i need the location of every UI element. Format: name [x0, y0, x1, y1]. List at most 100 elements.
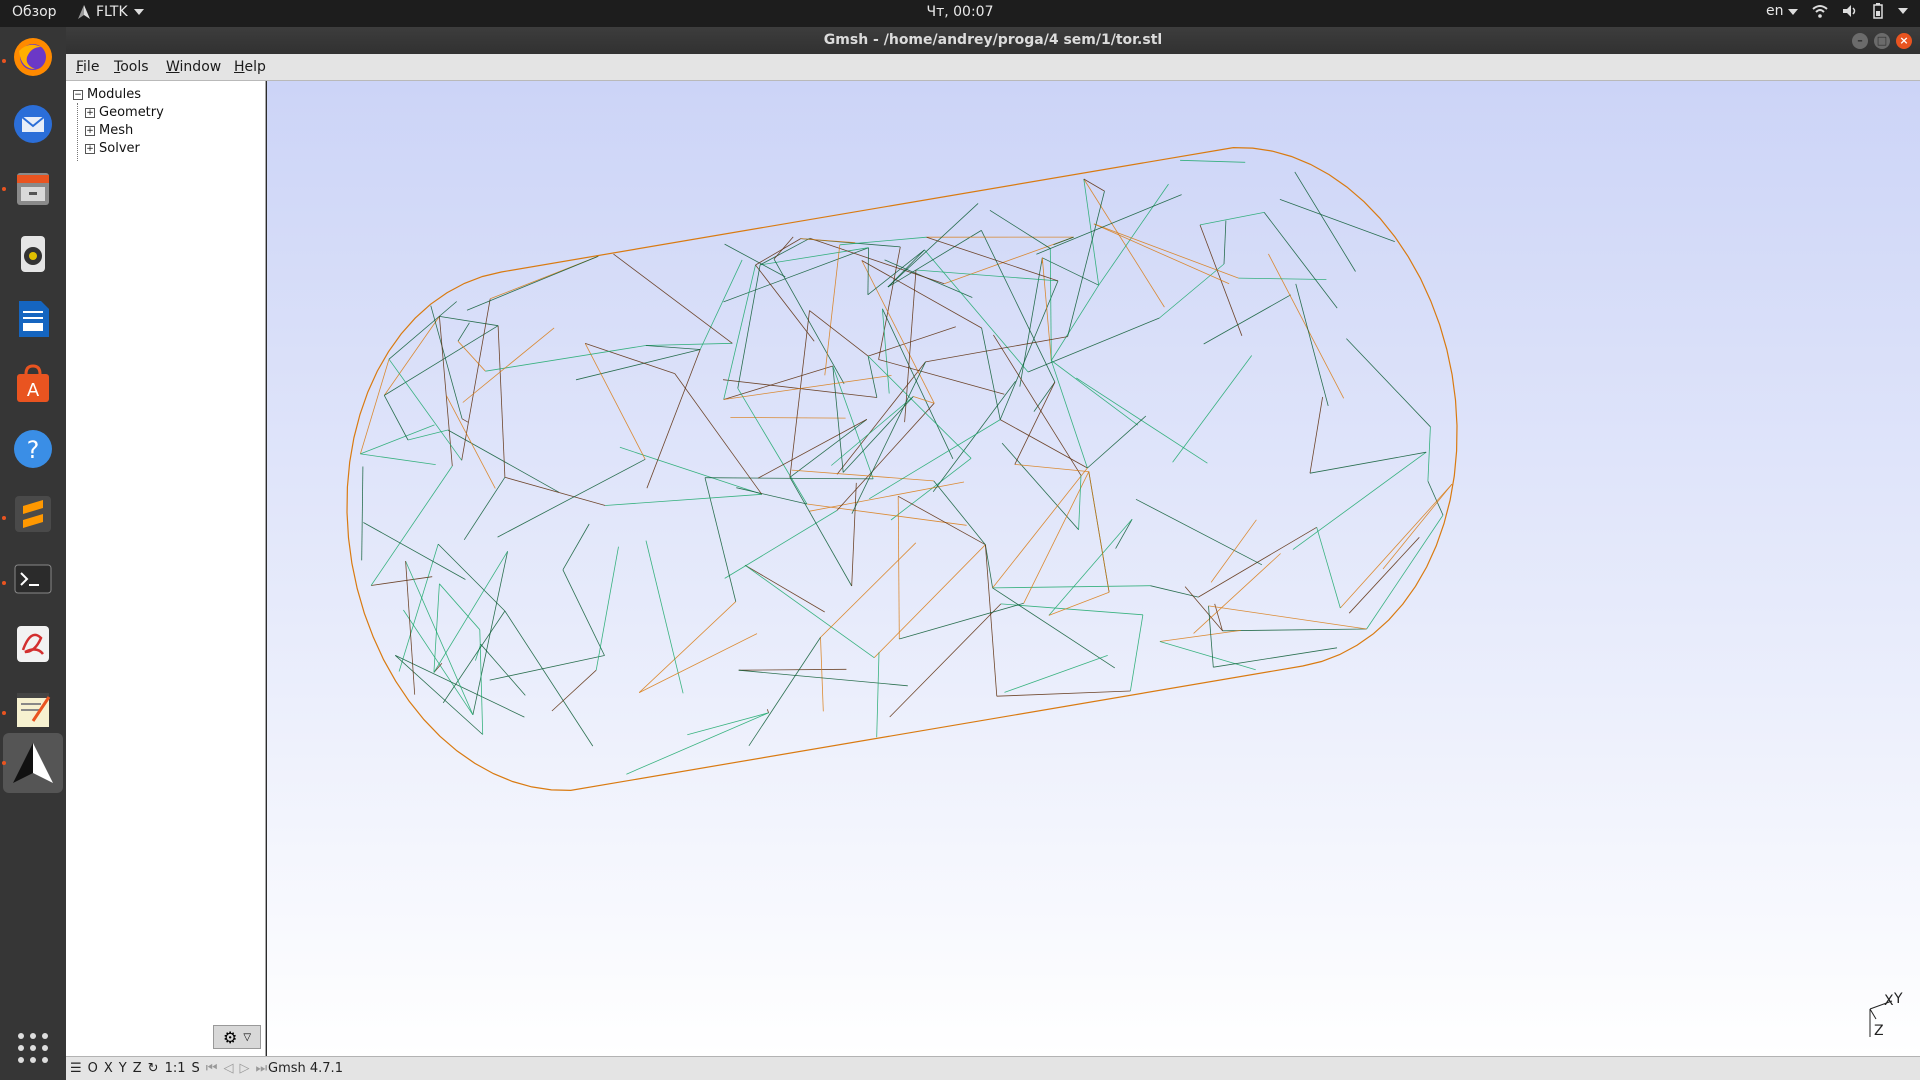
- language-indicator[interactable]: en: [1766, 3, 1798, 19]
- collapse-icon[interactable]: −: [73, 89, 83, 100]
- mesh-edge: [613, 253, 733, 344]
- mesh-edge: [809, 310, 869, 357]
- mesh-edge: [1268, 253, 1345, 399]
- mesh-edge: [439, 316, 453, 467]
- last-step-icon[interactable]: ⏭: [255, 1061, 267, 1076]
- expand-icon[interactable]: +: [85, 107, 95, 118]
- window-title-bar[interactable]: Gmsh - /home/andrey/proga/4 sem/1/tor.st…: [66, 27, 1920, 54]
- minimize-button[interactable]: –: [1852, 33, 1868, 49]
- close-button[interactable]: ×: [1896, 33, 1912, 49]
- menu-tools[interactable]: Tools: [114, 59, 149, 75]
- mesh-edge: [898, 495, 986, 546]
- mesh-edge: [1382, 483, 1453, 570]
- menu-window[interactable]: Window: [166, 59, 221, 75]
- view-y-button[interactable]: Y: [119, 1061, 127, 1076]
- tree-node-mesh[interactable]: + Mesh: [85, 123, 133, 138]
- mesh-edge: [1346, 338, 1431, 428]
- gmsh-icon[interactable]: [3, 733, 63, 793]
- play-icon[interactable]: ▷: [239, 1061, 249, 1076]
- mesh-edge: [899, 602, 1024, 640]
- mesh-edge: [744, 564, 875, 659]
- mesh-edge: [1033, 381, 1056, 412]
- mesh-edge: [839, 236, 927, 246]
- mesh-edge: [497, 458, 646, 538]
- menu-file[interactable]: File: [76, 59, 99, 75]
- mesh-edge: [433, 551, 508, 673]
- terminal-icon[interactable]: [9, 555, 57, 603]
- options-button[interactable]: ⚙ ▽: [213, 1025, 261, 1049]
- tree-node-modules[interactable]: − Modules: [73, 87, 141, 102]
- chevron-down-icon: [1898, 8, 1908, 14]
- mesh-edge: [562, 523, 590, 570]
- document-viewer-icon[interactable]: [9, 620, 57, 668]
- software-center-icon[interactable]: A: [9, 360, 57, 408]
- mesh-edge: [989, 209, 1051, 249]
- first-step-icon[interactable]: ⏮: [206, 1061, 218, 1076]
- mesh-edge: [551, 669, 597, 712]
- view-o-button[interactable]: O: [88, 1061, 98, 1076]
- rhythmbox-icon[interactable]: [9, 230, 57, 278]
- mesh-edge: [1366, 514, 1444, 630]
- expand-icon[interactable]: +: [85, 125, 95, 136]
- system-indicators[interactable]: en: [1766, 3, 1908, 19]
- tree-node-geometry[interactable]: + Geometry: [85, 105, 164, 120]
- mesh-edge: [704, 477, 874, 480]
- mesh-edge: [1050, 284, 1100, 361]
- menu-help[interactable]: Help: [234, 59, 266, 75]
- rotate-icon[interactable]: ↻: [148, 1061, 159, 1076]
- chevron-down-icon: [1788, 9, 1798, 15]
- menu-list-icon[interactable]: ☰: [70, 1061, 82, 1076]
- mesh-edge: [887, 203, 979, 288]
- mesh-edge: [800, 238, 856, 243]
- mesh-edge: [1238, 277, 1327, 280]
- writer-icon[interactable]: [9, 295, 57, 343]
- view-z-button[interactable]: Z: [133, 1061, 142, 1076]
- mesh-edge: [1087, 415, 1147, 469]
- mesh-edge: [1053, 236, 1074, 246]
- select-button[interactable]: S: [191, 1061, 199, 1076]
- mesh-edge: [699, 259, 743, 350]
- mesh-edge: [360, 424, 435, 455]
- mesh-edge: [407, 429, 448, 441]
- help-icon[interactable]: ?: [9, 425, 57, 473]
- mesh-edge: [1088, 471, 1110, 593]
- show-apps-icon[interactable]: [9, 1024, 57, 1072]
- running-indicator: [2, 59, 6, 63]
- mesh-edge: [504, 610, 594, 747]
- mesh-edge: [1000, 419, 1088, 469]
- status-bar: ☰ O X Y Z ↻ 1:1 S ⏮ ◁ ▷ ⏭ Gmsh 4.7.1: [66, 1056, 1920, 1080]
- view-x-button[interactable]: X: [104, 1061, 113, 1076]
- graphics-viewport[interactable]: X Y Z: [267, 81, 1920, 1056]
- prev-step-icon[interactable]: ◁: [223, 1061, 233, 1076]
- text-editor-icon[interactable]: [9, 685, 57, 733]
- clock[interactable]: Чт, 00:07: [0, 4, 1920, 20]
- mesh-edge: [851, 482, 857, 587]
- mesh-edge: [766, 709, 769, 713]
- mesh-edge: [1263, 212, 1338, 309]
- mesh-edge: [363, 522, 466, 580]
- mesh-edge: [867, 326, 956, 357]
- mesh-edge: [461, 418, 469, 423]
- mesh-edge: [890, 457, 972, 521]
- volume-icon: [1843, 5, 1856, 17]
- thunderbird-icon[interactable]: [9, 100, 57, 148]
- mesh-edge: [867, 356, 878, 398]
- tree-node-label: Solver: [99, 141, 140, 156]
- maximize-button[interactable]: □: [1874, 33, 1890, 49]
- expand-icon[interactable]: +: [85, 143, 95, 154]
- mesh-edge: [744, 564, 825, 613]
- mesh-edge: [924, 249, 1029, 373]
- mesh-edge: [638, 601, 737, 693]
- firefox-icon[interactable]: [9, 33, 57, 81]
- mesh-edge: [360, 453, 436, 465]
- svg-text:A: A: [27, 380, 40, 401]
- mesh-edge: [809, 481, 965, 512]
- mesh-edge: [868, 419, 1001, 500]
- tree-node-solver[interactable]: + Solver: [85, 141, 140, 156]
- files-icon[interactable]: [9, 165, 57, 213]
- mesh-edge: [1159, 630, 1241, 642]
- mesh-wireframe[interactable]: [267, 81, 1920, 1056]
- scale-button[interactable]: 1:1: [165, 1061, 186, 1076]
- mesh-edge: [878, 359, 1005, 395]
- sublime-text-icon[interactable]: [9, 490, 57, 538]
